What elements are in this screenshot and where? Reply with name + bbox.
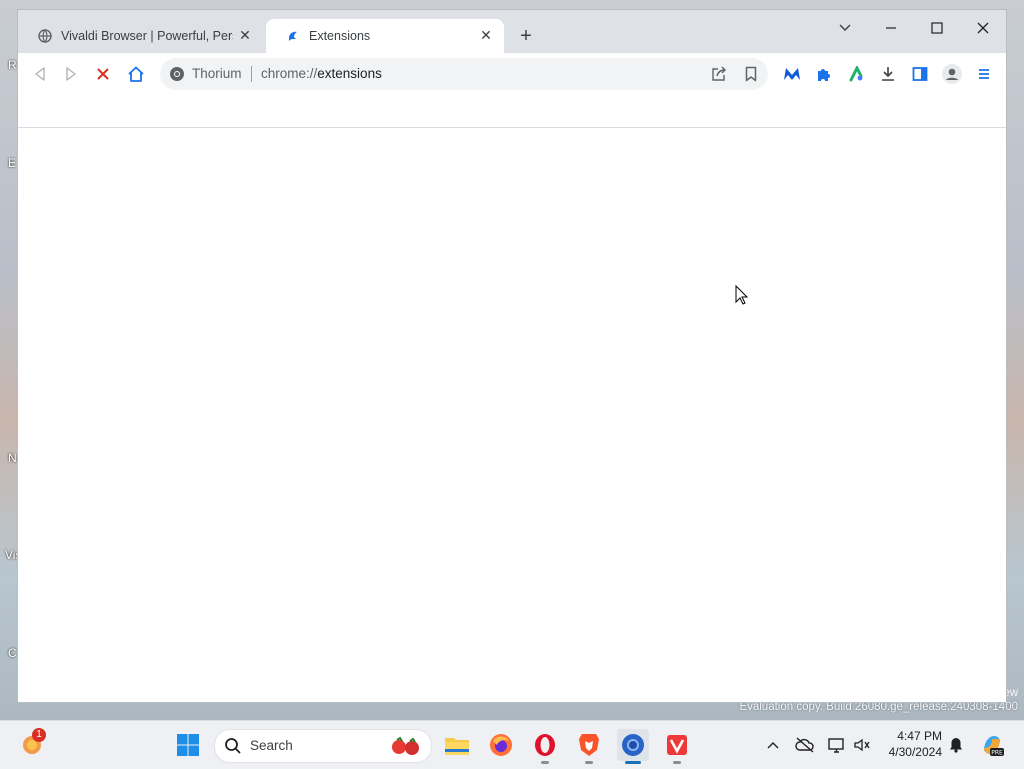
tab-title: Extensions [309,29,371,43]
omnibox-divider [251,66,252,82]
search-label: Search [250,738,293,753]
green-extension-icon[interactable] [844,62,868,86]
svg-text:PRE: PRE [991,750,1003,757]
tab-extensions[interactable]: Extensions ✕ [266,19,504,53]
side-panel-icon[interactable] [908,62,932,86]
desktop-icon-label-1[interactable]: R [8,58,17,72]
evaluation-watermark: Evaluation copy. Build 26080.ge_release.… [739,701,1018,713]
brave-icon[interactable] [573,729,605,764]
globe-icon [38,29,52,43]
back-arrow-icon[interactable] [28,62,52,86]
address-bar[interactable]: Thorium chrome://extensions [160,58,768,90]
firefox-icon[interactable] [485,729,517,761]
widgets-notification-badge: 1 [32,728,46,742]
start-windows-icon[interactable] [172,729,204,761]
network-volume-icon[interactable] [852,735,872,755]
strawberry-icon [389,736,423,759]
desktop-icon-label-5[interactable]: C [8,646,17,660]
file-explorer-icon[interactable] [441,729,473,761]
notification-bell-icon[interactable] [946,735,966,755]
taskbar: Search 4:47 PM 4/30/2024 PRE [0,720,1024,769]
minimize-icon[interactable] [879,16,903,40]
mouse-cursor-icon [735,284,749,308]
system-clock[interactable]: 4:47 PM 4/30/2024 [876,728,942,760]
show-hidden-icons-chevron-icon[interactable] [763,735,783,755]
desktop-icon-label-2[interactable]: E [8,156,16,170]
forward-arrow-icon[interactable] [59,62,83,86]
thorium-site-icon[interactable] [169,66,185,85]
close-tab-icon[interactable]: ✕ [237,27,253,43]
search-icon [224,737,242,758]
close-tab-icon[interactable]: ✕ [478,27,494,43]
page-header-area [18,95,1006,128]
home-icon[interactable] [124,62,148,86]
onedrive-offline-icon[interactable] [795,735,815,755]
running-indicator [585,761,593,764]
taskbar-search-box[interactable]: Search [214,729,432,763]
download-icon[interactable] [876,62,900,86]
toolbar: Thorium chrome://extensions [18,53,1006,95]
new-tab-button[interactable]: + [516,26,536,47]
share-icon[interactable] [711,66,727,85]
clock-time: 4:47 PM [897,729,942,743]
running-indicator [673,761,681,764]
bookmark-icon[interactable] [745,66,757,85]
opera-icon[interactable] [529,729,561,764]
url-host: extensions [317,66,382,81]
malwarebytes-extension-icon[interactable] [780,62,804,86]
running-indicator [541,761,549,764]
puzzle-icon [286,29,300,43]
desktop-icon-label-3[interactable]: N [8,451,17,465]
active-indicator [625,761,641,764]
thorium-taskbar-icon[interactable] [617,729,649,764]
clock-date: 4/30/2024 [888,745,942,759]
stop-loading-icon[interactable] [91,62,115,86]
url-scheme: chrome:// [261,66,318,81]
vivaldi-icon[interactable] [661,729,693,764]
menu-icon[interactable] [972,62,996,86]
maximize-icon[interactable] [925,16,949,40]
tab-search-chevron-icon[interactable] [833,16,857,40]
site-chip-label: Thorium [192,66,242,81]
display-icon[interactable] [827,735,847,755]
profile-avatar-icon[interactable] [940,62,964,86]
url-text[interactable]: chrome://extensions [261,66,382,81]
browser-window: Vivaldi Browser | Powerful, Perso ✕ Exte… [18,10,1006,702]
close-window-icon[interactable] [971,16,995,40]
copilot-pre-icon[interactable]: PRE [980,733,1004,757]
tab-title: Vivaldi Browser | Powerful, Perso [61,29,233,43]
tab-strip: Vivaldi Browser | Powerful, Perso ✕ Exte… [18,10,1006,53]
tab-vivaldi[interactable]: Vivaldi Browser | Powerful, Perso ✕ [18,19,263,53]
extensions-puzzle-icon[interactable] [812,62,836,86]
